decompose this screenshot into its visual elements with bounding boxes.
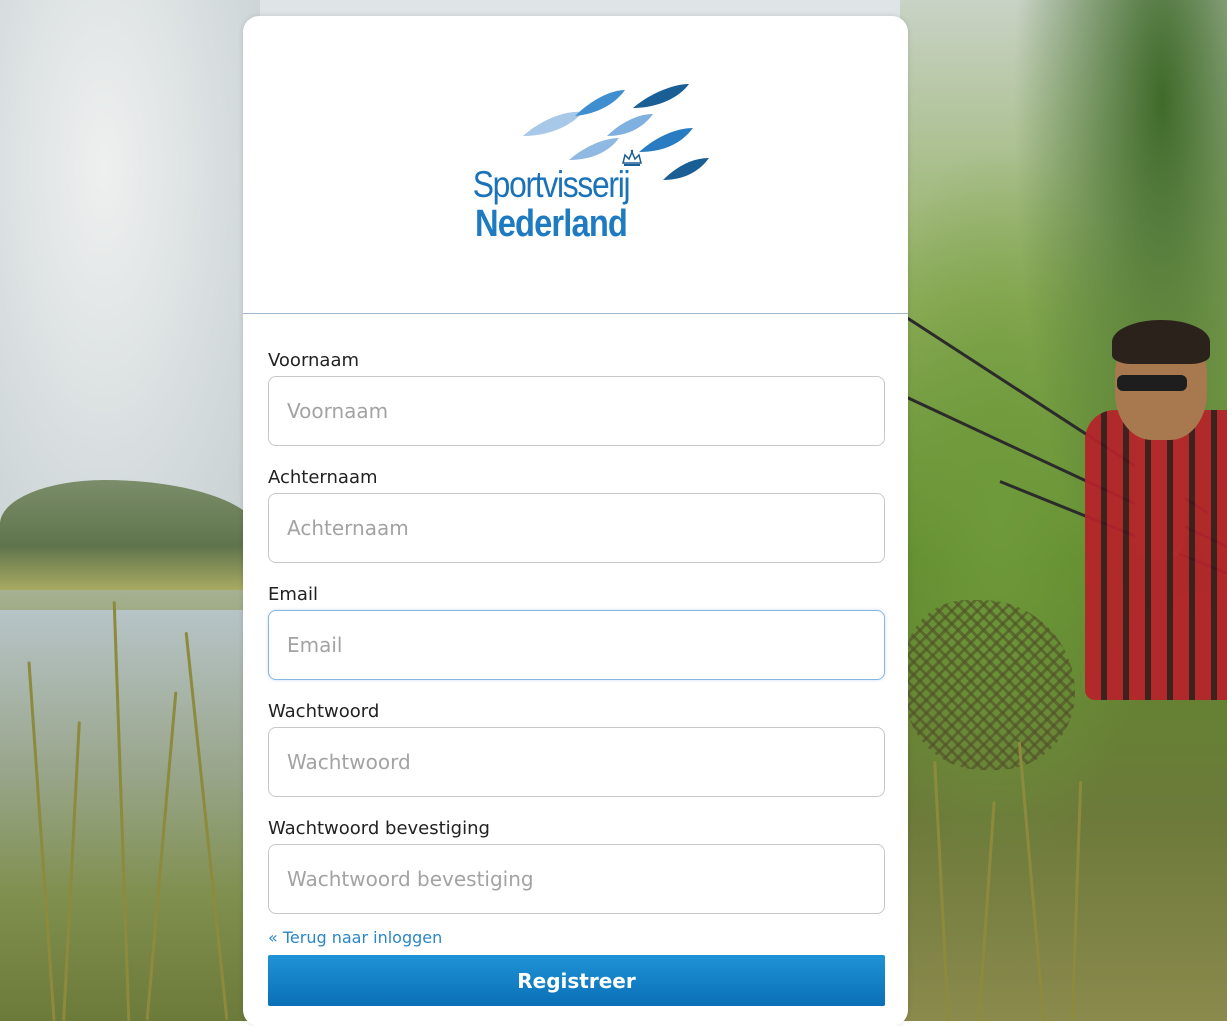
registration-form: Voornaam Achternaam Email Wachtwoord Wac… [268, 346, 885, 931]
background-sky [0, 0, 260, 560]
fisherman-shirt [1085, 410, 1227, 700]
first-name-label: Voornaam [268, 350, 360, 371]
back-to-login-link[interactable]: « Terug naar inloggen [268, 928, 442, 947]
logo: Sportvisserij Nederland [243, 16, 908, 313]
email-label: Email [268, 584, 318, 605]
brand-line-2: Nederland [474, 203, 628, 245]
brand-line-1: Sportvisserij [472, 164, 631, 205]
register-button[interactable]: Registreer [268, 955, 885, 1006]
last-name-input[interactable] [268, 493, 885, 563]
password-confirmation-label: Wachtwoord bevestiging [268, 818, 490, 839]
email-input[interactable] [268, 610, 885, 680]
registration-card: Sportvisserij Nederland Voornaam Achtern… [243, 16, 908, 1026]
password-input[interactable] [268, 727, 885, 797]
password-confirmation-input[interactable] [268, 844, 885, 914]
last-name-label: Achternaam [268, 467, 378, 488]
header-divider [243, 313, 908, 314]
first-name-input[interactable] [268, 376, 885, 446]
password-label: Wachtwoord [268, 701, 380, 722]
fisherman-hair [1112, 320, 1210, 364]
brand-wordmark: Sportvisserij Nederland [441, 166, 661, 243]
fisherman-sunglasses [1117, 375, 1187, 391]
